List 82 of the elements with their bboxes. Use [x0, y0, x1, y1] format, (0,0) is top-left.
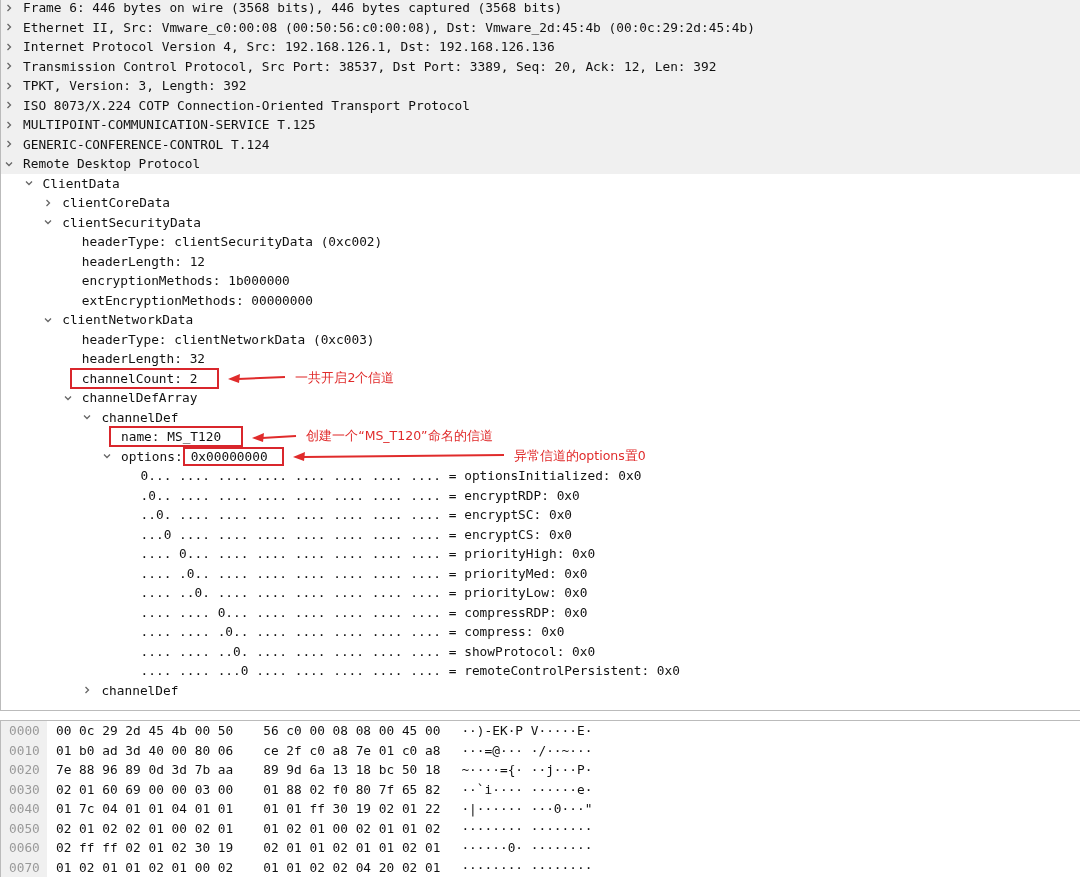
ascii-text: ···=@··· ·/··~···: [461, 742, 593, 758]
offset: 0060: [8, 840, 41, 856]
annotation-note: 一共开启2个信道: [295, 369, 395, 387]
tree-item[interactable]: ..0. .... .... .... .... .... .... .... = encryptSC: 0x0: [140, 506, 573, 524]
hex-bytes: 01 b0 ad 3d 40 00 80 06: [56, 742, 234, 758]
tree-item[interactable]: headerLength: 32: [81, 350, 206, 368]
hex-bytes: 56 c0 00 08 08 00 45 00: [263, 723, 441, 739]
offset: 0050: [8, 820, 41, 836]
tree-item[interactable]: Transmission Control Protocol, Src Port: 38537, Dst Port: 3389, Seq: 20, Ack: 12, Len: 392: [23, 57, 717, 75]
tree-item[interactable]: ISO 8073/X.224 COTP Connection-Oriented Transport Protocol: [23, 96, 470, 114]
hex-bytes: 01 02 01 00 02 01 01 02: [263, 820, 441, 836]
tree-item[interactable]: Remote Desktop Protocol: [23, 155, 201, 173]
ascii-text: ······0· ········: [461, 840, 593, 856]
tree-item[interactable]: 0... .... .... .... .... .... .... .... = optionsInitialized: 0x0: [140, 467, 642, 485]
chevron-right-icon[interactable]: [4, 139, 14, 150]
chevron-right-icon[interactable]: [4, 41, 14, 52]
hex-bytes: 01 7c 04 01 01 04 01 01: [56, 801, 234, 817]
tree-item[interactable]: .... 0... .... .... .... .... .... .... = priorityHigh: 0x0: [140, 545, 596, 563]
tree-item[interactable]: .... .... ...0 .... .... .... .... .... = remoteControlPersistent: 0x0: [140, 662, 680, 680]
hex-bytes: 02 01 01 02 01 01 02 01: [263, 840, 441, 856]
annotation-note: 异常信道的options置0: [513, 447, 646, 465]
ascii-text: ··)-EK·P V·····E·: [461, 723, 593, 739]
chevron-right-icon[interactable]: [4, 100, 14, 111]
tree-item[interactable]: encryptionMethods: 1b000000: [81, 272, 290, 290]
tree-item[interactable]: .... .... ..0. .... .... .... .... .... = showProtocol: 0x0: [140, 642, 596, 660]
tree-item[interactable]: clientCoreData: [62, 194, 171, 212]
offset: 0020: [8, 762, 41, 778]
tree-item[interactable]: channelDefArray: [81, 389, 198, 407]
tree-item[interactable]: clientNetworkData: [62, 311, 194, 329]
hex-bytes: 02 01 60 69 00 00 03 00: [56, 781, 234, 797]
hex-bytes: 01 01 ff 30 19 02 01 22: [263, 801, 441, 817]
tree-item[interactable]: channelDef: [101, 681, 179, 699]
tree-item[interactable]: ClientData: [42, 174, 120, 192]
hex-bytes: 89 9d 6a 13 18 bc 50 18: [263, 762, 441, 778]
tree-item[interactable]: channelCount: 2: [69, 367, 220, 389]
tree-item[interactable]: .... .... .0.. .... .... .... .... .... = compress: 0x0: [140, 623, 565, 641]
ascii-text: ·|······ ···0···": [461, 801, 593, 817]
hex-bytes: 01 01 02 02 04 20 02 01: [263, 859, 441, 875]
chevron-right-icon[interactable]: [4, 22, 14, 33]
ascii-text: ········ ········: [461, 859, 593, 875]
tree-item[interactable]: GENERIC-CONFERENCE-CONTROL T.124: [23, 135, 270, 153]
annotation-arrow: [228, 372, 287, 385]
hex-bytes: 01 02 01 01 02 01 00 02: [56, 859, 234, 875]
tree-item[interactable]: options:: [121, 447, 183, 465]
tree-item[interactable]: headerLength: 12: [81, 252, 206, 270]
tree-item[interactable]: .... ..0. .... .... .... .... .... .... = priorityLow: 0x0: [140, 584, 588, 602]
hex-bytes: 7e 88 96 89 0d 3d 7b aa: [56, 762, 234, 778]
tree-item[interactable]: name: MS_T120: [109, 426, 244, 448]
field-value: 0x00000000: [182, 446, 284, 466]
tree-item[interactable]: TPKT, Version: 3, Length: 392: [23, 77, 247, 95]
hex-bytes: 00 0c 29 2d 45 4b 00 50: [56, 723, 234, 739]
hex-bytes: 01 88 02 f0 80 7f 65 82: [263, 781, 441, 797]
tree-item[interactable]: headerType: clientSecurityData (0xc002): [81, 233, 383, 251]
tree-item[interactable]: clientSecurityData: [62, 213, 201, 231]
tree-item[interactable]: Ethernet II, Src: Vmware_c0:00:08 (00:50:56:c0:00:08), Dst: Vmware_2d:45:4b (00:0c:29:2d:45:4b): [23, 18, 755, 36]
chevron-right-icon[interactable]: [4, 2, 14, 13]
tree-item[interactable]: channelDef: [101, 408, 179, 426]
hex-bytes: 02 01 02 02 01 00 02 01: [56, 820, 234, 836]
offset: 0010: [8, 742, 41, 758]
chevron-right-icon[interactable]: [4, 61, 14, 72]
chevron-right-icon[interactable]: [4, 119, 14, 130]
tree-item[interactable]: Internet Protocol Version 4, Src: 192.168.126.1, Dst: 192.168.126.136: [23, 38, 555, 56]
tree-item[interactable]: .0.. .... .... .... .... .... .... .... = encryptRDP: 0x0: [140, 486, 580, 504]
hex-bytes: ce 2f c0 a8 7e 01 c0 a8: [263, 742, 441, 758]
offset: 0030: [8, 781, 41, 797]
chevron-right-icon[interactable]: [4, 80, 14, 91]
tree-item[interactable]: extEncryptionMethods: 00000000: [81, 291, 313, 309]
annotation-arrow: [252, 430, 298, 443]
offset: 0040: [8, 801, 41, 817]
ascii-text: ··`i···· ······e·: [461, 781, 593, 797]
ascii-text: ~····={· ··j···P·: [461, 762, 593, 778]
offset: 0070: [8, 859, 41, 875]
tree-item[interactable]: Frame 6: 446 bytes on wire (3568 bits), 446 bytes captured (3568 bits): [23, 0, 563, 17]
annotation-note: 创建一个“MS_T120”命名的信道: [306, 428, 493, 446]
hex-bytes: 02 ff ff 02 01 02 30 19: [56, 840, 234, 856]
tree-item[interactable]: .... .0.. .... .... .... .... .... .... = priorityMed: 0x0: [140, 564, 588, 582]
tree-item[interactable]: headerType: clientNetworkData (0xc003): [81, 330, 375, 348]
tree-item[interactable]: MULTIPOINT-COMMUNICATION-SERVICE T.125: [23, 116, 316, 134]
tree-item[interactable]: ...0 .... .... .... .... .... .... .... = encryptCS: 0x0: [140, 525, 573, 543]
tree-item[interactable]: .... .... 0... .... .... .... .... .... = compressRDP: 0x0: [140, 603, 588, 621]
ascii-text: ········ ········: [461, 820, 593, 836]
offset: 0000: [8, 723, 41, 739]
